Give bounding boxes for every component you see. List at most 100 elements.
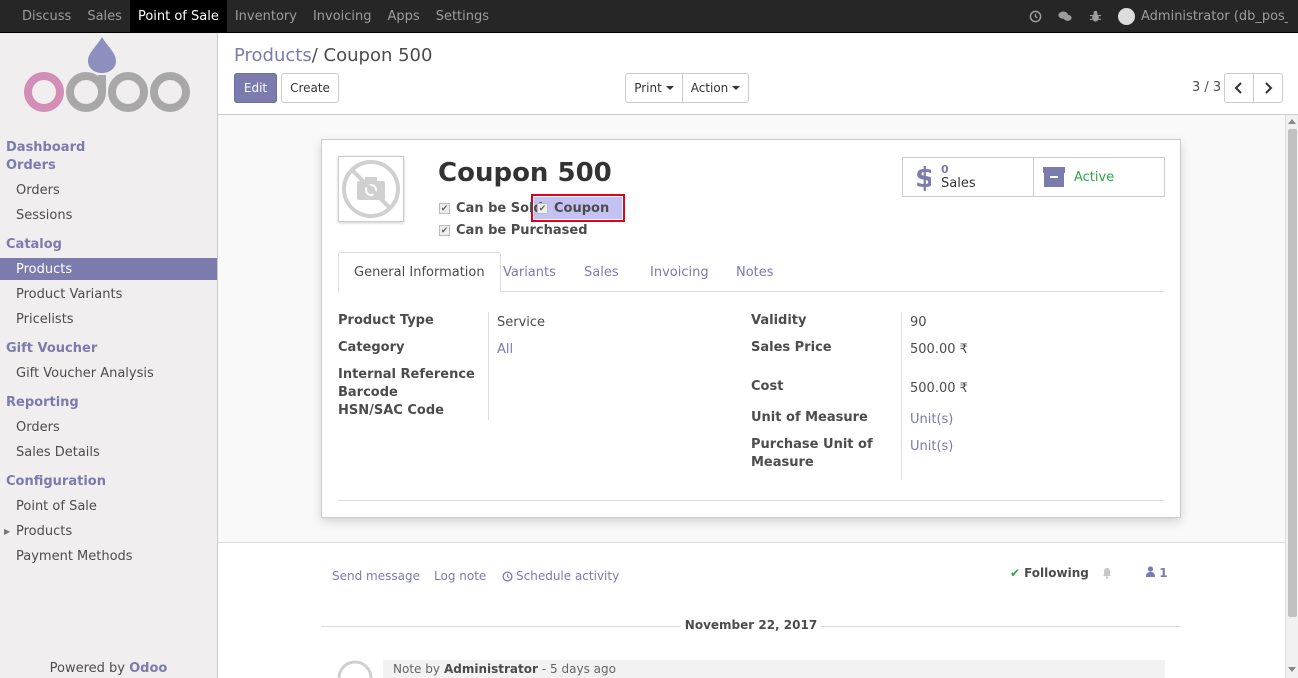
hsn-sac-code-label: HSN/SAC Code	[338, 403, 444, 418]
sidebar-item-sessions[interactable]: Sessions	[0, 204, 217, 226]
tab-notes[interactable]: Notes	[721, 252, 789, 293]
pager-next-button[interactable]	[1253, 73, 1283, 103]
powered-brand-link[interactable]: Odoo	[129, 661, 167, 676]
cost-value[interactable]: 500.00 ₹	[910, 381, 968, 396]
pager-previous-button[interactable]	[1224, 73, 1254, 103]
breadcrumb-current: Coupon 500	[323, 45, 433, 66]
tab-general-information[interactable]: General Information	[338, 252, 501, 293]
sidebar-item-gift-voucher-analysis[interactable]: Gift Voucher Analysis	[0, 362, 217, 384]
form-sheet: Coupon 500 ✔ Can be Sold ✔ Coupon ✔ Can …	[321, 139, 1181, 518]
caret-down-icon	[732, 86, 741, 90]
menu-sales[interactable]: Sales	[79, 0, 130, 32]
section-reporting: Reporting	[6, 395, 79, 410]
check-icon: ✔	[1010, 566, 1021, 580]
note-author[interactable]: Administrator	[444, 662, 538, 676]
user-icon	[1146, 566, 1155, 577]
bell-icon[interactable]	[1101, 567, 1113, 579]
sidebar-item-report-orders[interactable]: Orders	[0, 416, 217, 438]
note-time: - 5 days ago	[541, 662, 616, 676]
coupon-label: Coupon	[554, 201, 610, 216]
barcode-label: Barcode	[338, 385, 398, 400]
can-be-purchased-label: Can be Purchased	[456, 223, 588, 238]
tab-invoicing[interactable]: Invoicing	[635, 252, 724, 293]
menu-inventory[interactable]: Inventory	[227, 0, 305, 32]
breadcrumb-products[interactable]: Products	[234, 45, 312, 66]
clock-icon	[502, 570, 513, 582]
print-button[interactable]: Print	[625, 73, 683, 103]
sidebar-item-config-point-of-sale[interactable]: Point of Sale	[0, 495, 217, 517]
product-type-value[interactable]: Service	[497, 315, 545, 330]
tab-sales[interactable]: Sales	[569, 252, 634, 293]
powered-prefix: Powered by	[49, 661, 125, 676]
category-value[interactable]: All	[497, 342, 513, 357]
sidebar-item-sales-details[interactable]: Sales Details	[0, 441, 217, 463]
internal-reference-label: Internal Reference	[338, 367, 475, 382]
can-be-purchased-checkbox[interactable]: ✔ Can be Purchased	[439, 223, 588, 238]
sales-price-value[interactable]: 500.00 ₹	[910, 342, 968, 357]
scroll-down-icon[interactable]	[1288, 667, 1296, 672]
caret-down-icon	[665, 86, 674, 90]
purchase-uom-label-line1: Purchase Unit of	[751, 437, 873, 452]
date-separator: November 22, 2017	[321, 618, 1181, 634]
unit-of-measure-value[interactable]: Unit(s)	[910, 412, 953, 427]
scroll-up-icon[interactable]	[1288, 119, 1296, 124]
following-button[interactable]: ✔ Following	[1010, 566, 1113, 580]
author-avatar[interactable]	[337, 660, 373, 678]
chevron-left-icon	[1234, 82, 1242, 94]
can-be-sold-checkbox[interactable]: ✔ Can be Sold	[439, 201, 543, 216]
product-title[interactable]: Coupon 500	[438, 158, 612, 188]
clock-icon[interactable]	[1028, 10, 1042, 24]
sidebar-item-pricelists[interactable]: Pricelists	[0, 308, 217, 330]
sales-stat-button[interactable]: $ 0 Sales	[902, 157, 1034, 197]
chat-icon[interactable]	[1058, 10, 1072, 24]
date-label: November 22, 2017	[684, 618, 818, 632]
user-menu[interactable]: Administrator (db_pos_...	[1118, 8, 1288, 25]
coupon-checkbox[interactable]: ✔ Coupon	[537, 201, 609, 216]
sidebar-item-payment-methods[interactable]: Payment Methods	[0, 545, 217, 567]
product-image[interactable]	[338, 156, 404, 222]
breadcrumb: Products/ Coupon 500	[234, 45, 432, 66]
checkbox-checked-icon: ✔	[439, 203, 450, 214]
bug-icon[interactable]	[1088, 10, 1102, 24]
sidebar-item-config-products[interactable]: ▶ Products	[0, 520, 217, 542]
menu-invoicing[interactable]: Invoicing	[305, 0, 380, 32]
menu-apps[interactable]: Apps	[380, 0, 428, 32]
send-message-button[interactable]: Send message	[332, 569, 420, 583]
breadcrumb-separator: /	[311, 45, 318, 66]
active-toggle-button[interactable]: Active	[1033, 157, 1165, 197]
scrollbar[interactable]	[1285, 115, 1298, 678]
scrollbar-thumb[interactable]	[1288, 129, 1297, 617]
sidebar-item-products[interactable]: Products	[0, 258, 217, 280]
schedule-activity-button[interactable]: Schedule activity	[502, 569, 619, 583]
svg-text:$: $	[915, 162, 931, 192]
section-gift-voucher: Gift Voucher	[6, 341, 98, 356]
active-label: Active	[1074, 169, 1115, 185]
archive-icon	[1043, 167, 1065, 187]
app-menu: Discuss Sales Point of Sale Inventory In…	[0, 0, 497, 32]
checkbox-checked-icon: ✔	[439, 225, 450, 236]
menu-discuss[interactable]: Discuss	[14, 0, 79, 32]
log-note-button[interactable]: Log note	[434, 569, 486, 583]
tab-variants[interactable]: Variants	[488, 252, 571, 293]
following-label: Following	[1024, 566, 1089, 580]
sidebar-item-label: Products	[16, 523, 73, 539]
section-dashboard[interactable]: Dashboard	[6, 140, 85, 155]
edit-button[interactable]: Edit	[234, 73, 277, 103]
menu-settings[interactable]: Settings	[428, 0, 497, 32]
validity-value[interactable]: 90	[910, 315, 927, 330]
sidebar-item-orders[interactable]: Orders	[0, 179, 217, 201]
systray: Administrator (db_pos_...	[1028, 0, 1288, 33]
field-divider	[488, 312, 489, 420]
purchase-uom-value[interactable]: Unit(s)	[910, 439, 953, 454]
odoo-logo[interactable]	[22, 35, 192, 115]
action-button[interactable]: Action	[682, 73, 749, 103]
followers-button[interactable]: 1	[1146, 566, 1168, 580]
note-prefix: Note by	[393, 662, 440, 676]
powered-by: Powered by Odoo	[0, 661, 217, 676]
sidebar-item-product-variants[interactable]: Product Variants	[0, 283, 217, 305]
menu-point-of-sale[interactable]: Point of Sale	[129, 0, 227, 32]
create-button[interactable]: Create	[281, 73, 339, 103]
no-image-icon	[342, 160, 400, 218]
schedule-activity-label: Schedule activity	[516, 569, 620, 583]
pager-value: 3 / 3	[1192, 80, 1222, 95]
